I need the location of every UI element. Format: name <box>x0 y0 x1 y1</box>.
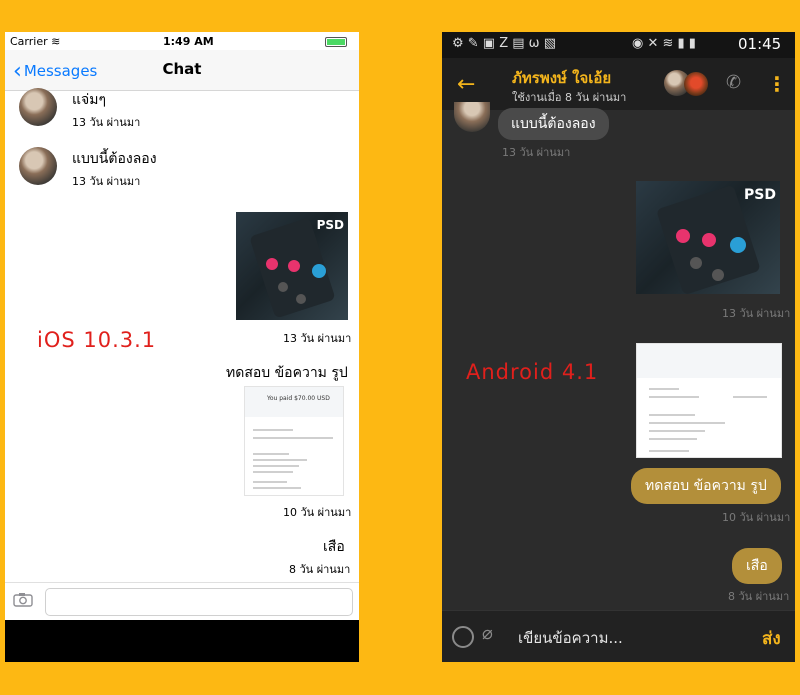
contact-name: ภัทรพงษ์ ใจเอ้ย <box>512 69 612 87</box>
wifi-icon: ≋ <box>51 35 61 48</box>
message-bubble: แบบนี้ต้องลอง <box>498 108 609 140</box>
image-attachment[interactable]: PSD <box>636 181 780 294</box>
more-menu-icon[interactable]: ⋮ <box>767 72 787 96</box>
emoji-icon[interactable] <box>452 626 474 648</box>
message-timestamp: 8 วัน ผ่านมา <box>728 590 790 603</box>
message-timestamp: 13 วัน ผ่านมา <box>283 332 352 345</box>
ios-nav-bar: ‹ Messages Chat <box>5 50 359 91</box>
status-time: 1:49 AM <box>163 35 214 48</box>
image-tag: PSD <box>744 187 776 203</box>
ios-version-label: iOS 10.3.1 <box>37 328 157 352</box>
message-timestamp: 13 วัน ผ่านมา <box>502 146 571 159</box>
message-input[interactable] <box>45 588 353 616</box>
message-bubble: เสือ <box>732 548 782 584</box>
battery-icon <box>325 37 347 47</box>
android-composer: ⌀ เขียนข้อความ... ส่ง <box>442 610 795 662</box>
avatar[interactable] <box>19 147 57 185</box>
message-bubble: ทดสอบ ข้อความ รูป <box>631 468 781 504</box>
signal-icons: ◉ ✕ ≋ ▮ ▮ <box>632 36 696 51</box>
avatar[interactable] <box>19 88 57 126</box>
back-arrow-icon[interactable]: ← <box>457 72 475 97</box>
camera-icon[interactable] <box>13 592 33 607</box>
avatar[interactable] <box>684 72 708 96</box>
receipt-title: You paid $70.00 USD <box>267 395 330 402</box>
ios-status-bar: Carrier ≋ 1:49 AM <box>5 32 359 50</box>
message-timestamp: 8 วัน ผ่านมา <box>289 563 351 576</box>
message-timestamp: 13 วัน ผ่านมา <box>722 307 791 320</box>
send-button[interactable]: ส่ง <box>762 625 781 652</box>
message-text: แบบนี้ต้องลอง <box>72 151 157 167</box>
avatar[interactable] <box>454 102 490 132</box>
image-tag: PSD <box>316 218 344 232</box>
carrier-label: Carrier ≋ <box>10 35 61 48</box>
message-timestamp: 13 วัน ผ่านมา <box>72 175 141 188</box>
attachment-icon[interactable]: ⌀ <box>482 623 493 644</box>
image-attachment[interactable] <box>636 343 782 458</box>
message-timestamp: 10 วัน ผ่านมา <box>283 506 352 519</box>
android-app-bar: ← ภัทรพงษ์ ใจเอ้ย ใช้งานเมื่อ 8 วัน ผ่าน… <box>442 58 795 110</box>
ios-input-bar <box>5 582 359 621</box>
message-timestamp: 13 วัน ผ่านมา <box>72 116 141 129</box>
ios-bottom-bar <box>5 620 359 662</box>
message-text: เสือ <box>323 539 345 555</box>
page-title: Chat <box>162 60 202 78</box>
notification-icons: ⚙ ✎ ▣ Z ▤ ω ▧ <box>452 36 556 51</box>
status-time: 01:45 <box>738 35 782 53</box>
message-timestamp: 10 วัน ผ่านมา <box>722 511 791 524</box>
message-input[interactable]: เขียนข้อความ... <box>518 626 623 650</box>
android-phone-screen: ⚙ ✎ ▣ Z ▤ ω ▧ ◉ ✕ ≋ ▮ ▮ 01:45 ← ภัทรพงษ์… <box>442 32 795 662</box>
android-status-bar: ⚙ ✎ ▣ Z ▤ ω ▧ ◉ ✕ ≋ ▮ ▮ 01:45 <box>442 32 795 58</box>
contact-status: ใช้งานเมื่อ 8 วัน ผ่านมา <box>512 91 627 104</box>
android-version-label: Android 4.1 <box>466 360 599 384</box>
phone-icon[interactable]: ✆ <box>726 72 741 93</box>
image-attachment[interactable]: You paid $70.00 USD <box>244 386 344 496</box>
image-attachment[interactable]: PSD <box>236 212 348 320</box>
message-text: แจ่มๆ <box>72 92 106 108</box>
message-text: ทดสอบ ข้อความ รูป <box>226 365 348 381</box>
